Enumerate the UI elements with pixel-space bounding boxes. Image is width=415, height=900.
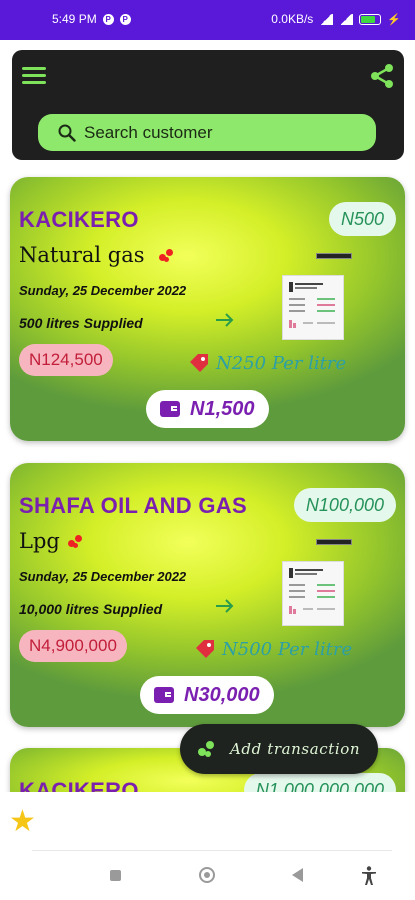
total-button[interactable]: N30,000 (140, 676, 274, 714)
add-transaction-icon (198, 740, 216, 758)
supplied-quantity: 500 litres Supplied (19, 315, 143, 331)
battery-icon (359, 13, 382, 25)
thumbnail-bar (316, 539, 352, 545)
status-right: 0.0KB/s ⚡ (271, 12, 401, 26)
recent-apps-button[interactable] (110, 870, 121, 881)
arrow-right-icon (216, 599, 234, 613)
wallet-icon (154, 687, 174, 703)
product-row: Lpg (19, 529, 84, 553)
report-thumbnail[interactable] (282, 561, 344, 626)
per-litre-text: N250 Per litre (216, 352, 347, 374)
total-amount: N1,500 (190, 397, 255, 420)
accessibility-icon[interactable] (361, 866, 377, 886)
status-left: 5:49 PM P P (52, 12, 131, 26)
signal-icon (339, 13, 354, 25)
customer-card[interactable]: SHAFA OIL AND GAS N100,000 Lpg Sunday, 2… (10, 463, 405, 727)
supplied-quantity: 10,000 litres Supplied (19, 601, 163, 617)
customer-card[interactable]: KACIKERO N500 Natural gas Sunday, 25 Dec… (10, 177, 405, 441)
system-nav-bar (0, 852, 415, 900)
charging-icon: ⚡ (387, 13, 401, 26)
arrow-right-icon (216, 313, 234, 327)
total-amount: N30,000 (184, 683, 260, 706)
price-tag-icon (196, 640, 214, 658)
notification-icon: P (119, 13, 131, 25)
signal-icon (319, 13, 334, 25)
rate-badge: N100,000 (293, 488, 396, 522)
app-bar: Search customer (12, 50, 404, 160)
price-per-litre: N500 Per litre (194, 638, 352, 660)
amount-badge: N4,900,000 (19, 630, 127, 662)
product-name: Natural gas (19, 243, 145, 267)
total-button[interactable]: N1,500 (146, 390, 269, 428)
search-placeholder: Search customer (84, 122, 213, 142)
status-time: 5:49 PM (52, 12, 97, 26)
price-tag-icon (190, 354, 208, 372)
transaction-date: Sunday, 25 December 2022 (19, 283, 187, 298)
add-transaction-label: Add transaction (230, 740, 361, 758)
product-dots-icon (158, 247, 175, 263)
home-button[interactable] (199, 867, 215, 883)
battery-fill (361, 15, 376, 23)
search-input[interactable]: Search customer (38, 114, 376, 151)
share-icon[interactable] (368, 62, 396, 90)
rate-badge: N500 (328, 202, 396, 236)
star-icon[interactable]: ★ (9, 807, 36, 837)
search-icon (58, 124, 76, 142)
product-dots-icon (67, 533, 84, 549)
divider (32, 850, 392, 851)
customer-name: SHAFA OIL AND GAS (19, 493, 247, 518)
add-transaction-button[interactable]: Add transaction (180, 724, 378, 774)
hamburger-menu-icon[interactable] (20, 62, 48, 90)
report-thumbnail[interactable] (282, 275, 344, 340)
amount-badge: N124,500 (19, 344, 113, 376)
product-name: Lpg (19, 529, 60, 553)
wallet-icon (160, 401, 180, 417)
customer-name: KACIKERO (19, 207, 139, 232)
per-litre-text: N500 Per litre (222, 638, 353, 660)
notification-icon: P (102, 13, 114, 25)
network-speed: 0.0KB/s (271, 12, 314, 26)
thumbnail-bar (316, 253, 352, 259)
status-bar: 5:49 PM P P 0.0KB/s ⚡ (0, 0, 415, 40)
product-row: Natural gas (19, 243, 175, 267)
transaction-date: Sunday, 25 December 2022 (19, 569, 187, 584)
price-per-litre: N250 Per litre (188, 352, 346, 374)
back-button[interactable] (292, 868, 303, 882)
